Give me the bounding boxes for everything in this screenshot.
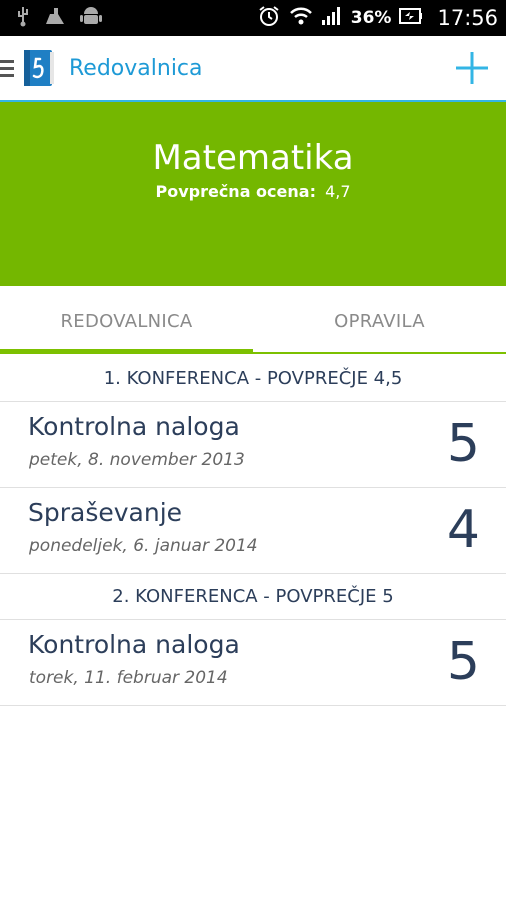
- battery-icon: [399, 7, 423, 29]
- alarm-icon: [257, 5, 281, 31]
- android-debug-icon: [80, 5, 102, 31]
- app-title: Redovalnica: [69, 56, 203, 81]
- tab-bar: REDOVALNICA OPRAVILA: [0, 286, 506, 356]
- list-item[interactable]: Kontrolna naloga torek, 11. februar 2014…: [0, 620, 506, 706]
- action-bar: Redovalnica: [0, 36, 506, 102]
- list-item[interactable]: Spraševanje ponedeljek, 6. januar 2014 4: [0, 488, 506, 574]
- grade-title: Spraševanje: [28, 498, 183, 527]
- drawer-menu-icon[interactable]: [0, 60, 16, 80]
- grade-list: 1. KONFERENCA - POVPREČJE 4,5 Kontrolna …: [0, 356, 506, 706]
- grade-value: 4: [446, 500, 480, 560]
- subject-name: Matematika: [152, 138, 354, 178]
- grade-title: Kontrolna naloga: [28, 630, 240, 659]
- grade-value: 5: [446, 632, 480, 692]
- status-bar: 36% 17:56: [0, 0, 506, 36]
- notification-icon: [44, 6, 66, 30]
- wifi-icon: [289, 6, 313, 30]
- subject-average: Povprečna ocena: 4,7: [0, 182, 506, 201]
- grade-date: torek, 11. februar 2014: [29, 668, 228, 688]
- grade-title: Kontrolna naloga: [28, 412, 240, 441]
- plus-icon: [456, 52, 488, 84]
- grade-date: ponedeljek, 6. januar 2014: [29, 536, 258, 556]
- section-header: 2. KONFERENCA - POVPREČJE 5: [0, 574, 506, 620]
- subject-header: Matematika Povprečna ocena: 4,7: [0, 102, 506, 286]
- tab-opravila[interactable]: OPRAVILA: [253, 286, 506, 356]
- battery-percent: 36%: [350, 8, 392, 28]
- section-header: 1. KONFERENCA - POVPREČJE 4,5: [0, 356, 506, 402]
- grade-date: petek, 8. november 2013: [29, 450, 245, 470]
- list-item[interactable]: Kontrolna naloga petek, 8. november 2013…: [0, 402, 506, 488]
- clock: 17:56: [437, 6, 498, 30]
- tab-redovalnica[interactable]: REDOVALNICA: [0, 286, 253, 356]
- tab-selected-indicator: [0, 349, 253, 354]
- status-bar-notifications: [16, 6, 102, 30]
- add-button[interactable]: [452, 48, 492, 88]
- app-logo-icon[interactable]: [22, 48, 56, 88]
- average-label: Povprečna ocena:: [155, 182, 316, 201]
- status-bar-system: 36% 17:56: [257, 5, 498, 31]
- grade-value: 5: [446, 414, 480, 474]
- usb-icon: [16, 5, 30, 31]
- average-value: 4,7: [325, 182, 351, 201]
- signal-icon: [321, 6, 343, 30]
